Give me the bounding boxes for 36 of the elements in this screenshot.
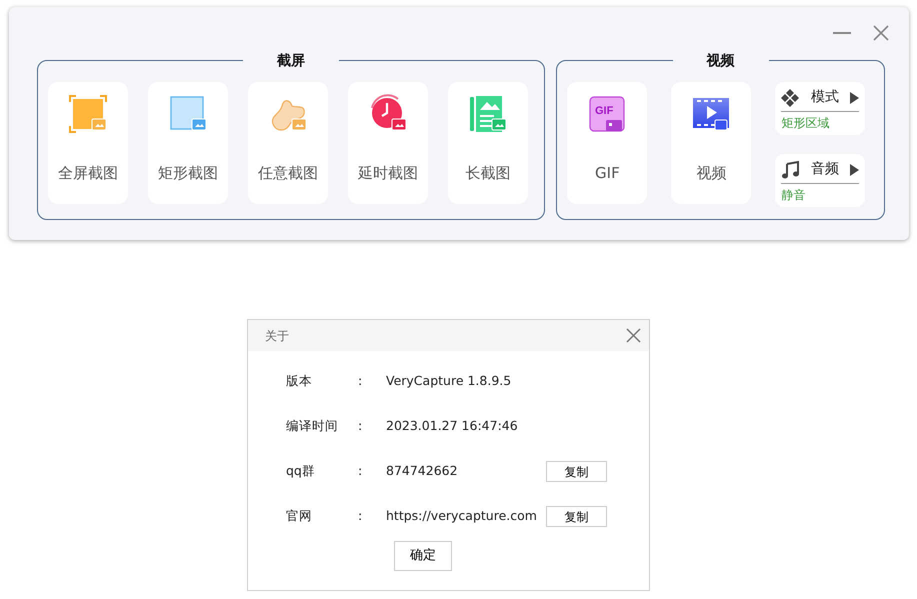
field-label: qq群: [286, 462, 316, 480]
field-value: VeryCapture 1.8.9.5: [386, 372, 512, 390]
ok-button[interactable]: 确定: [394, 541, 452, 571]
music-note-icon: [781, 160, 800, 178]
long-image-icon: [468, 94, 508, 134]
close-icon[interactable]: [626, 328, 641, 343]
field-label: 版本: [286, 372, 313, 390]
field-value: 2023.01.27 16:47:46: [386, 417, 519, 436]
play-arrow-icon[interactable]: [850, 92, 860, 104]
option-value: 矩形区域: [781, 116, 830, 130]
field-value: https://verycapture.com: [386, 507, 538, 526]
field-value: 874742662: [386, 462, 459, 480]
tool-button[interactable]: 矩形截图: [148, 82, 228, 204]
tool-button[interactable]: 延时截图: [348, 82, 428, 204]
diamond-grid-icon: [781, 88, 800, 106]
tool-button[interactable]: 任意截图: [248, 82, 328, 204]
tool-button[interactable]: GIF GIF: [567, 82, 648, 204]
option-value: 静音: [781, 188, 806, 202]
separator: :: [358, 462, 364, 480]
tool-button[interactable]: 视频: [671, 82, 752, 204]
close-icon[interactable]: [873, 25, 889, 41]
tool-button[interactable]: 长截图: [448, 82, 528, 204]
separator: :: [358, 507, 364, 526]
option-label[interactable]: 音频: [810, 159, 839, 180]
option-label[interactable]: 模式: [810, 87, 839, 108]
field-label: 官网: [286, 507, 313, 526]
copy-button[interactable]: 复制: [546, 461, 607, 482]
field-label: 编译时间: [286, 417, 339, 436]
play-arrow-icon[interactable]: [850, 164, 860, 176]
separator: :: [358, 372, 364, 390]
fullscreen-icon: [68, 94, 108, 134]
separator: :: [358, 417, 364, 436]
icon-text: GIF: [595, 105, 614, 117]
copy-button[interactable]: 复制: [546, 506, 607, 527]
tool-button[interactable]: 全屏截图: [48, 82, 128, 204]
dialog-title: 关于: [265, 328, 289, 344]
